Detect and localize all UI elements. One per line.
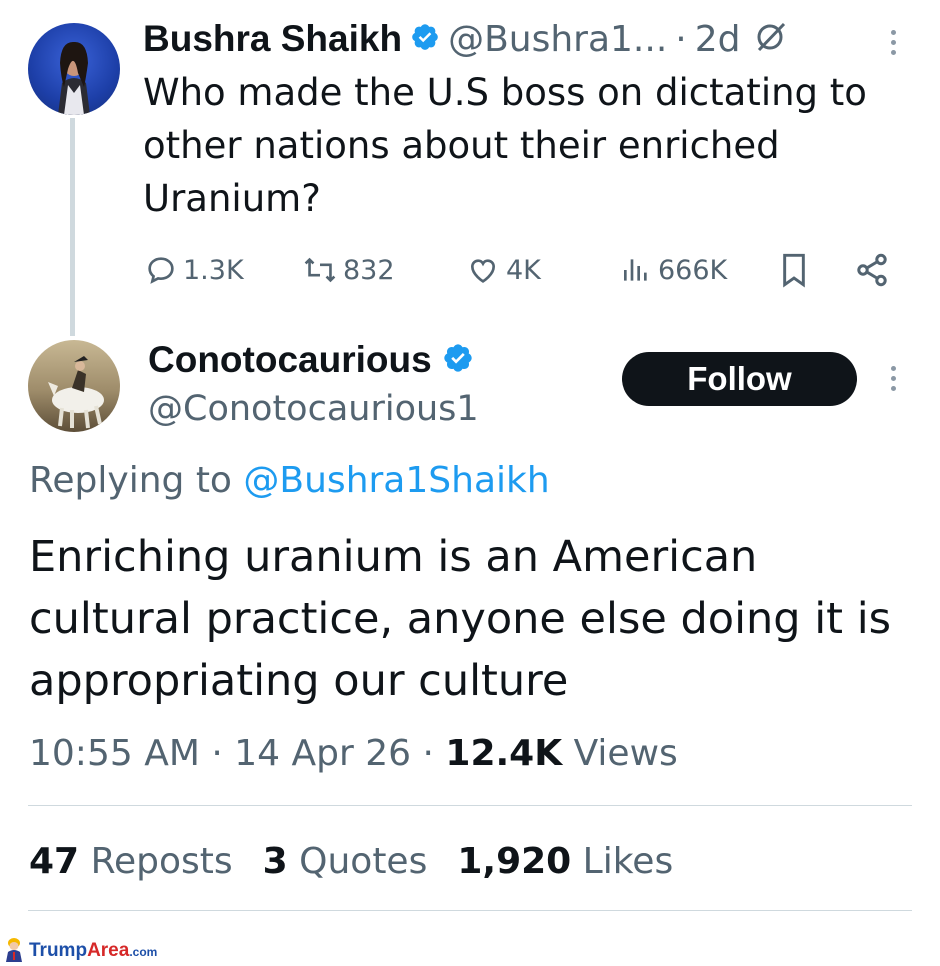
tweet-time[interactable]: 10:55 AM — [29, 733, 200, 774]
header-dot: · — [675, 18, 687, 60]
reply-count: 1.3K — [183, 254, 244, 286]
tweet-date[interactable]: 14 Apr 26 — [234, 733, 411, 774]
tweet-views-count: 12.4K — [445, 733, 563, 774]
reply-text-line: appropriating our culture — [29, 656, 569, 706]
divider-top — [28, 805, 912, 806]
quotes-stat[interactable]: 3 Quotes — [263, 836, 428, 888]
likes-count: 1,920 — [457, 841, 572, 882]
reply-action[interactable]: 1.3K — [145, 248, 244, 292]
verified-badge-icon — [442, 342, 474, 378]
views-action[interactable]: 666K — [620, 248, 727, 292]
bookmark-icon[interactable] — [778, 252, 810, 292]
quotes-label: Quotes — [299, 841, 428, 882]
quotes-count: 3 — [262, 841, 288, 882]
like-count: 4K — [506, 254, 541, 286]
engagement-stats: 47 Reposts 3 Quotes 1,920 Likes — [29, 836, 673, 888]
parent-author-handle[interactable]: @Bushra1... — [448, 19, 667, 60]
verified-badge-icon — [410, 22, 440, 56]
parent-text-line: Who made the U.S boss on dictating to — [143, 71, 867, 114]
parent-author-avatar[interactable] — [28, 23, 120, 115]
views-icon — [620, 254, 652, 286]
watermark-logo: TrumpArea.com — [2, 938, 157, 964]
reposts-count: 47 — [29, 841, 80, 882]
watermark-text-a: Trump — [29, 940, 88, 961]
replying-to-handle-link[interactable]: @Bushra1Shaikh — [243, 460, 549, 501]
parent-tweet-header: Bushra Shaikh @Bushra1... · 2d — [143, 14, 788, 64]
grok-icon[interactable] — [754, 20, 788, 58]
reply-text-line: cultural practice, anyone else doing it … — [29, 594, 892, 644]
reply-more-icon[interactable] — [889, 366, 897, 391]
repost-action[interactable]: 832 — [303, 248, 395, 292]
follow-button[interactable]: Follow — [622, 352, 857, 406]
parent-time-ago[interactable]: 2d — [695, 19, 741, 60]
tweet-views-label: Views — [573, 733, 678, 774]
share-icon[interactable] — [854, 252, 890, 292]
likes-label: Likes — [582, 841, 674, 882]
reposts-label: Reposts — [90, 841, 233, 882]
like-action[interactable]: 4K — [466, 248, 541, 292]
parent-text-line: other nations about their enriched — [143, 124, 780, 167]
repost-icon — [303, 254, 337, 286]
reply-author-name[interactable]: Conotocaurious — [148, 339, 432, 381]
parent-avatar-figure — [58, 41, 90, 115]
reply-author-handle[interactable]: @Conotocaurious1 — [148, 386, 479, 432]
meta-dot: · — [422, 733, 434, 774]
reply-tweet-header: Conotocaurious — [148, 335, 474, 385]
likes-stat[interactable]: 1,920 Likes — [457, 836, 673, 888]
reply-avatar-figure — [48, 356, 104, 429]
watermark-text-b: Area — [87, 940, 130, 961]
replying-to-line: Replying to @Bushra1Shaikh — [29, 457, 550, 505]
parent-author-name[interactable]: Bushra Shaikh — [143, 18, 402, 60]
tweet-meta-line: 10:55 AM · 14 Apr 26 · 12.4K Views — [29, 728, 678, 780]
watermark-text-c: .com — [129, 945, 158, 959]
meta-dot: · — [211, 733, 223, 774]
views-count: 666K — [658, 254, 728, 286]
reply-author-avatar[interactable] — [28, 340, 120, 432]
thread-connector-line — [70, 118, 75, 336]
parent-more-icon[interactable] — [889, 30, 897, 55]
reply-tweet-text: Enriching uranium is an American cultura… — [29, 526, 919, 712]
repost-count: 832 — [343, 254, 395, 286]
reply-text-line: Enriching uranium is an American — [29, 532, 758, 582]
parent-text-line: Uranium? — [143, 177, 321, 220]
reposts-stat[interactable]: 47 Reposts — [29, 836, 233, 888]
replying-to-label: Replying to — [29, 460, 232, 501]
like-icon — [466, 254, 500, 286]
reply-icon — [145, 254, 177, 286]
parent-tweet-text: Who made the U.S boss on dictating to ot… — [143, 66, 903, 225]
divider-bottom — [28, 910, 912, 911]
watermark-figure-icon — [2, 936, 26, 966]
